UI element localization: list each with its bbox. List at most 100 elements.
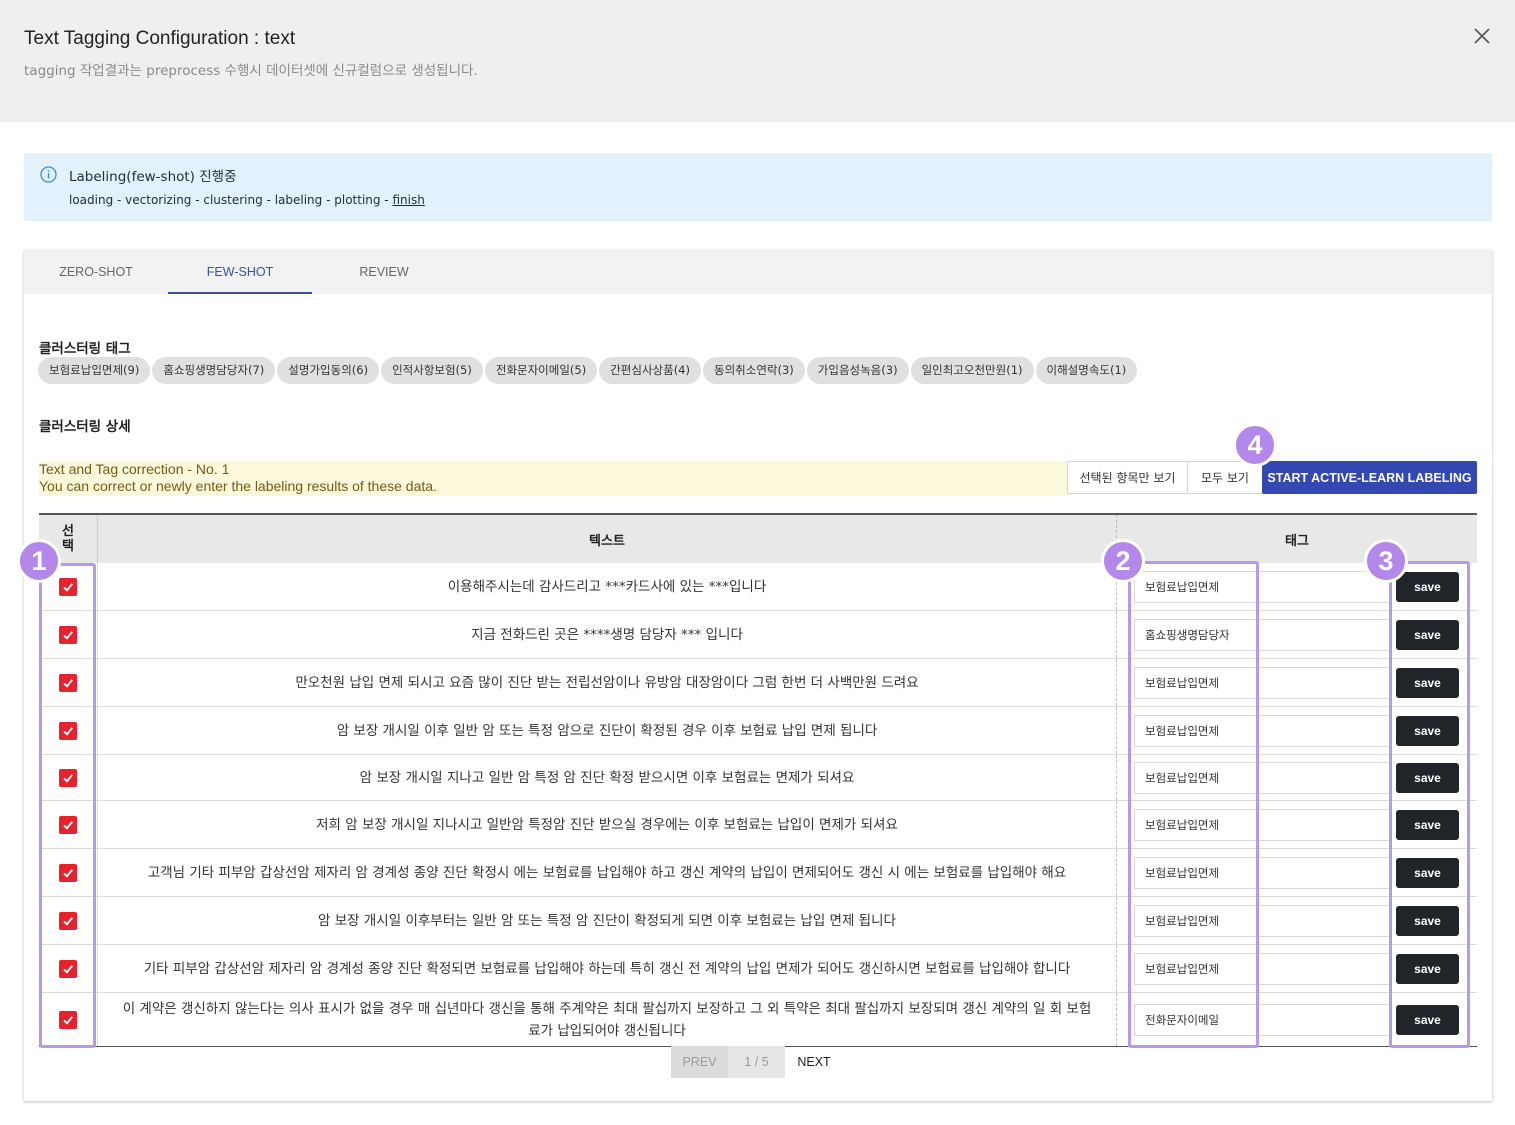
row-text: 고객님 기타 피부암 갑상선암 제자리 암 경계성 종양 진단 확정시 에는 보… (98, 849, 1117, 896)
row-tag-input[interactable] (1134, 571, 1392, 603)
row-save-button[interactable]: save (1396, 954, 1459, 984)
tab-bar: ZERO-SHOT FEW-SHOT REVIEW (24, 250, 1492, 294)
row-select-checkbox[interactable] (59, 625, 77, 644)
column-header-select-label: 선 택 (62, 524, 74, 554)
correction-description: You can correct or newly enter the label… (39, 478, 437, 494)
row-text: 지금 전화드린 곳은 ****생명 담당자 *** 입니다 (98, 611, 1117, 658)
checkmark-icon (63, 868, 73, 878)
checkmark-icon (63, 916, 73, 926)
info-icon (40, 166, 57, 183)
row-tag-input[interactable] (1134, 857, 1392, 889)
row-tag-input[interactable] (1134, 953, 1392, 985)
cluster-tag-chip[interactable]: 이해설명속도(1) (1035, 357, 1138, 384)
row-select-checkbox[interactable] (59, 815, 77, 834)
select-cell (39, 611, 98, 658)
tab-review[interactable]: REVIEW (312, 250, 456, 294)
row-text: 기타 피부암 갑상선암 제자리 암 경계성 종양 진단 확정되면 보험료를 납입… (98, 945, 1117, 992)
prev-page-button[interactable]: PREV (671, 1046, 728, 1078)
row-tag-input[interactable] (1134, 1004, 1392, 1036)
table-row: 고객님 기타 피부암 갑상선암 제자리 암 경계성 종양 진단 확정시 에는 보… (39, 849, 1477, 897)
row-tag-input[interactable] (1134, 667, 1392, 699)
table-row: 저희 암 보장 개시일 지나시고 일반암 특정암 진단 받으실 경우에는 이후 … (39, 801, 1477, 849)
cluster-tag-chip[interactable]: 동의취소연락(3) (703, 357, 805, 384)
row-save-button[interactable]: save (1396, 810, 1459, 840)
select-cell (39, 993, 98, 1046)
cluster-tag-chip[interactable]: 전화문자이메일(5) (484, 357, 598, 384)
cluster-tags-title: 클러스터링 태그 (39, 341, 131, 357)
dialog-subtitle: tagging 작업결과는 preprocess 수행시 데이터셋에 신규컬럼으… (24, 63, 478, 79)
show-selected-button[interactable]: 선택된 항목만 보기 (1067, 461, 1188, 494)
select-cell (39, 755, 98, 800)
row-save-button[interactable]: save (1396, 716, 1459, 746)
row-save-button[interactable]: save (1396, 858, 1459, 888)
row-text: 암 보장 개시일 지나고 일반 암 특정 암 진단 확정 받으시면 이후 보험료… (98, 755, 1117, 800)
status-current-step-link[interactable]: finish (392, 193, 424, 207)
table-header: 선 택 텍스트 태그 (39, 513, 1477, 563)
correction-notice: Text and Tag correction - No. 1 You can … (39, 461, 1068, 496)
row-save-button[interactable]: save (1396, 572, 1459, 602)
status-title: Labeling(few-shot) 진행중 (69, 169, 237, 185)
cluster-tag-chip[interactable]: 가입음성녹음(3) (806, 357, 909, 384)
row-text: 이용해주시는데 감사드리고 ***카드사에 있는 ***입니다 (98, 563, 1117, 610)
status-steps: loading - vectorizing - clustering - lab… (69, 193, 425, 207)
row-select-checkbox[interactable] (59, 863, 77, 882)
row-tag-input[interactable] (1134, 762, 1392, 794)
row-tag-input[interactable] (1134, 809, 1392, 841)
row-save-button[interactable]: save (1396, 1005, 1459, 1035)
page-indicator: 1 / 5 (728, 1046, 785, 1078)
row-select-checkbox[interactable] (59, 911, 77, 930)
checkmark-icon (63, 964, 73, 974)
select-cell (39, 659, 98, 706)
row-tag-input[interactable] (1134, 619, 1392, 651)
row-select-checkbox[interactable] (59, 959, 77, 978)
next-page-button[interactable]: NEXT (785, 1046, 843, 1078)
start-active-learn-button[interactable]: START ACTIVE-LEARN LABELING (1262, 461, 1477, 494)
table-row: 지금 전화드린 곳은 ****생명 담당자 *** 입니다 save (39, 611, 1477, 659)
table-row: 이 계약은 갱신하지 않는다는 의사 표시가 없을 경우 매 십년마다 갱신을 … (39, 993, 1477, 1047)
callout-badge-2: 2 (1101, 539, 1145, 583)
row-save-button[interactable]: save (1396, 906, 1459, 936)
row-select-checkbox[interactable] (59, 1010, 77, 1029)
cluster-tag-chip[interactable]: 홈쇼핑생명담당자(7) (152, 357, 276, 384)
row-tag-input[interactable] (1134, 715, 1392, 747)
row-tag-input[interactable] (1134, 905, 1392, 937)
row-select-checkbox[interactable] (59, 673, 77, 692)
cluster-tag-chip[interactable]: 간편심사상품(4) (599, 357, 701, 384)
select-cell (39, 897, 98, 944)
row-save-button[interactable]: save (1396, 668, 1459, 698)
row-save-button[interactable]: save (1396, 763, 1459, 793)
status-steps-text: loading - vectorizing - clustering - lab… (69, 193, 393, 207)
tab-few-shot[interactable]: FEW-SHOT (168, 250, 312, 294)
select-cell (39, 945, 98, 992)
tab-zero-shot[interactable]: ZERO-SHOT (24, 250, 168, 294)
close-icon[interactable] (1470, 24, 1494, 48)
checkmark-icon (63, 1015, 73, 1025)
column-header-text: 텍스트 (98, 515, 1117, 563)
correction-title: Text and Tag correction - No. 1 (39, 461, 230, 477)
tagging-panel: ZERO-SHOT FEW-SHOT REVIEW 클러스터링 태그 보험료납입… (24, 250, 1492, 1101)
cluster-detail-title: 클러스터링 상세 (39, 419, 131, 435)
column-header-tag: 태그 (1285, 533, 1309, 549)
select-cell (39, 801, 98, 848)
checkmark-icon (63, 678, 73, 688)
table-row: 암 보장 개시일 이후부터는 일반 암 또는 특정 암 진단이 확정되게 되면 … (39, 897, 1477, 945)
row-select-checkbox[interactable] (59, 768, 77, 787)
row-save-button[interactable]: save (1396, 620, 1459, 650)
row-text: 저희 암 보장 개시일 지나시고 일반암 특정암 진단 받으실 경우에는 이후 … (98, 801, 1117, 848)
pagination: PREV 1 / 5 NEXT (671, 1046, 843, 1078)
cluster-tag-chip[interactable]: 일인최고오천만원(1) (910, 357, 1034, 384)
row-select-checkbox[interactable] (59, 721, 77, 740)
cluster-tag-chip[interactable]: 보험료납입면제(9) (38, 357, 151, 384)
checkmark-icon (63, 820, 73, 830)
checkmark-icon (63, 773, 73, 783)
cluster-tag-chip[interactable]: 인적사항보험(5) (381, 357, 483, 384)
cluster-tag-list: 보험료납입면제(9) 홈쇼핑생명담당자(7) 설명가입동의(6) 인적사항보험(… (38, 357, 1138, 384)
cluster-tag-chip[interactable]: 설명가입동의(6) (277, 357, 380, 384)
dialog-header: Text Tagging Configuration : text taggin… (0, 0, 1515, 122)
row-select-checkbox[interactable] (59, 577, 77, 596)
checkmark-icon (63, 630, 73, 640)
dialog-title: Text Tagging Configuration : text (24, 28, 296, 49)
callout-badge-4: 4 (1233, 423, 1277, 467)
checkmark-icon (63, 726, 73, 736)
row-text: 만오천원 납입 면제 되시고 요즘 많이 진단 받는 전립선암이나 유방암 대장… (98, 659, 1117, 706)
